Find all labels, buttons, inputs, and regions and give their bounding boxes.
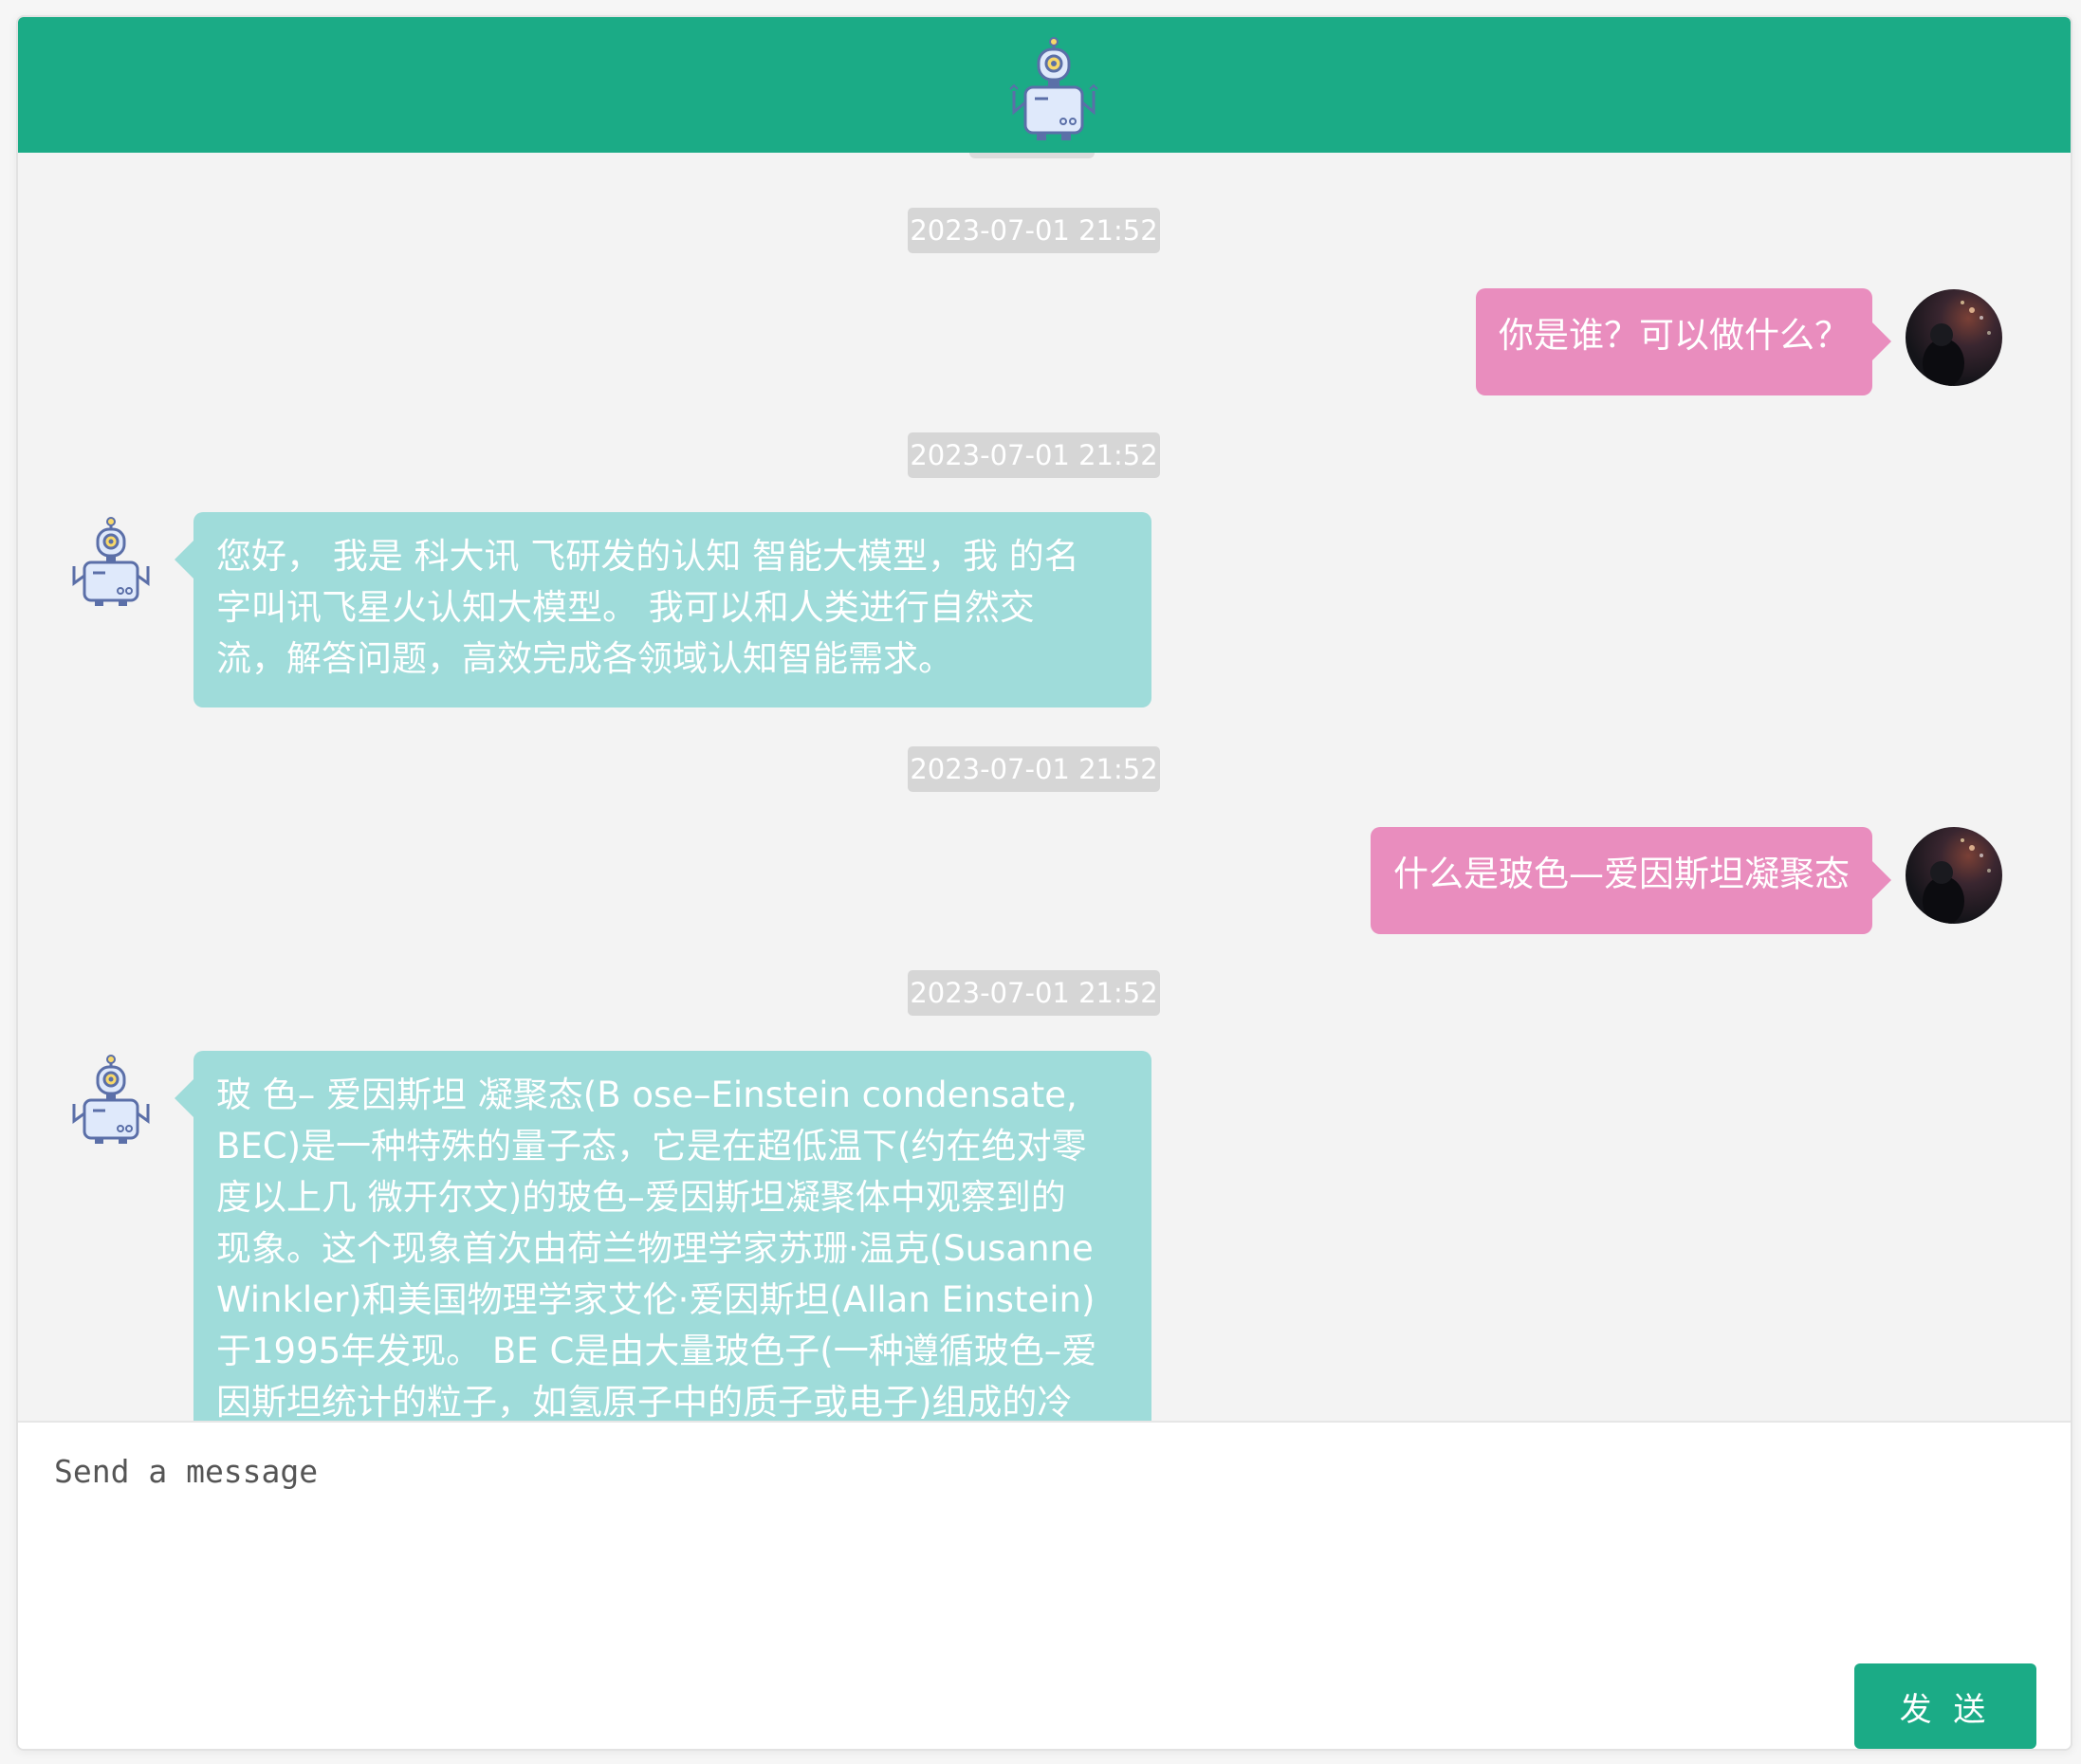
composer: 发 送 <box>18 1421 2071 1749</box>
chat-header <box>18 17 2071 153</box>
header-tab <box>969 153 1095 158</box>
user-message-text: 你是谁？可以做什么？ <box>1499 315 1850 356</box>
bot-message-line: BEC)是一种特殊的量子态，它是在超低温下(约在绝对零 <box>216 1126 1087 1167</box>
user-avatar-image <box>1923 838 1991 924</box>
bot-message-line: 流，解答问题，高效完成各领域认知智能需求。 <box>216 638 953 679</box>
bot-message-line: 度以上几 微开尔文)的玻色–爱因斯坦凝聚体中观察到的 <box>216 1177 1066 1218</box>
send-button[interactable]: 发 送 <box>1854 1663 2036 1749</box>
user-avatar <box>1906 827 2002 924</box>
bot-message: 玻 色– 爱因斯坦 凝聚态(B ose–Einstein condensate,… <box>175 1051 1151 1421</box>
bot-message-line: 字叫讯飞星火认知大模型。 我可以和人类进行自然交 <box>216 587 1035 628</box>
bot-message-line: 因斯坦统计的粒子，如氢原子中的质子或电子)组成的冷 <box>216 1382 1073 1421</box>
timestamp: 2023-07-01 21:52 <box>908 746 1160 792</box>
bot-avatar-icon <box>72 1055 150 1144</box>
bot-message-line: Winkler)和美国物理学家艾伦·爱因斯坦(Allan Einstein) <box>216 1279 1096 1320</box>
bot-message-line: 您好， 我是 科大讯 飞研发的认知 智能大模型，我 的名 <box>216 536 1079 577</box>
bot-message-line: 玻 色– 爱因斯坦 凝聚态(B ose–Einstein condensate, <box>216 1075 1077 1115</box>
user-message: 什么是玻色—爱因斯坦凝聚态 <box>1371 827 1891 934</box>
message-list[interactable]: 2023-07-01 21:52 你是谁？可以做什么？ 2023-07-01 2… <box>18 153 2071 1421</box>
robot-icon <box>1009 37 1098 140</box>
bot-message: 您好， 我是 科大讯 飞研发的认知 智能大模型，我 的名 字叫讯飞星火认知大模型… <box>175 512 1151 707</box>
user-avatar <box>1906 289 2002 386</box>
bot-avatar-icon <box>72 517 150 606</box>
user-message-text: 什么是玻色—爱因斯坦凝聚态 <box>1393 854 1850 894</box>
bot-message-line: 现象。这个现象首次由荷兰物理学家苏珊·温克(Susanne <box>216 1228 1094 1269</box>
user-message: 你是谁？可以做什么？ <box>1476 288 1891 395</box>
timestamp: 2023-07-01 21:52 <box>908 970 1160 1016</box>
bot-message-line: 于1995年发现。 BE C是由大量玻色子(一种遵循玻色–爱 <box>216 1331 1097 1371</box>
timestamp: 2023-07-01 21:52 <box>908 432 1160 478</box>
message-input[interactable] <box>52 1451 2029 1645</box>
timestamp: 2023-07-01 21:52 <box>908 208 1160 253</box>
user-avatar-image <box>1923 301 1991 386</box>
chat-window: 2023-07-01 21:52 你是谁？可以做什么？ 2023-07-01 2… <box>16 15 2072 1751</box>
